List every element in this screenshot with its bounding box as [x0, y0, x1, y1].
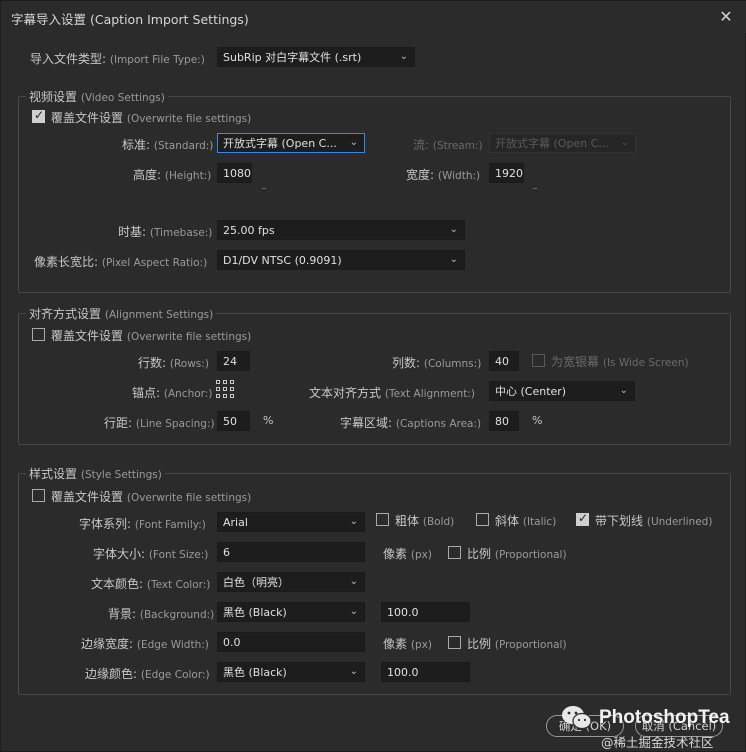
pixel-aspect-ratio-label: 像素长宽比: (Pixel Aspect Ratio:) [34, 255, 208, 269]
proportional-checkbox[interactable] [448, 546, 461, 559]
chevron-down-icon: ⌄ [449, 224, 458, 235]
edge-width-label: 边缘宽度: (Edge Width:) [81, 637, 209, 651]
captions-area-field[interactable]: 80 [489, 411, 519, 431]
title-bar: 字幕导入设置 (Caption Import Settings) ✕ [1, 1, 746, 33]
style-settings-title: 样式设置 (Style Settings) [26, 465, 165, 482]
width-field[interactable]: 1920 [489, 163, 524, 183]
columns-field[interactable]: 40 [489, 351, 519, 371]
wechat-logo-icon [562, 706, 592, 730]
chevron-down-icon: ⌄ [620, 137, 629, 148]
chevron-down-icon: ⌄ [399, 51, 408, 62]
line-spacing-unit: % [263, 414, 274, 427]
edge-proportional-label: 比例 (Proportional) [467, 637, 567, 651]
rows-label: 行数: (Rows:) [138, 356, 209, 370]
watermark-brand: PhotoshopTea [599, 707, 730, 728]
video-overwrite-label: 覆盖文件设置 (Overwrite file settings) [51, 111, 252, 125]
background-opacity-field[interactable]: 100.0 [381, 602, 470, 622]
bold-checkbox[interactable] [376, 513, 389, 526]
close-icon[interactable]: ✕ [715, 6, 737, 28]
window-title: 字幕导入设置 (Caption Import Settings) [11, 12, 249, 27]
font-family-label: 字体系列: (Font Family:) [79, 517, 206, 531]
chevron-down-icon: ⌄ [349, 516, 358, 527]
edge-width-unit-label: 像素 (px) [383, 637, 432, 651]
watermark-site: @稀土掘金技术社区 [601, 735, 714, 750]
text-color-label: 文本颜色: (Text Color:) [91, 577, 211, 591]
edge-opacity-field[interactable]: 100.0 [381, 662, 470, 682]
alignment-settings-title: 对齐方式设置 (Alignment Settings) [26, 305, 217, 322]
rows-field[interactable]: 24 [217, 351, 250, 371]
style-overwrite-label: 覆盖文件设置 (Overwrite file settings) [51, 490, 252, 504]
italic-checkbox[interactable] [476, 513, 489, 526]
height-divider [262, 188, 266, 189]
alignment-overwrite-label: 覆盖文件设置 (Overwrite file settings) [51, 329, 252, 343]
captions-area-unit: % [532, 414, 543, 427]
background-select[interactable]: 黑色 (Black) ⌄ [217, 602, 365, 622]
text-alignment-label: 文本对齐方式 (Text Alignment:) [309, 386, 475, 400]
bold-label: 粗体 (Bold) [395, 514, 455, 528]
text-alignment-select[interactable]: 中心 (Center) ⌄ [489, 381, 635, 401]
edge-proportional-checkbox[interactable] [448, 636, 461, 649]
font-size-unit-label: 像素 (px) [383, 547, 432, 561]
font-size-field[interactable]: 6 [217, 542, 365, 562]
edge-width-field[interactable]: 0.0 [217, 632, 365, 652]
anchor-label: 锚点: (Anchor:) [132, 386, 213, 400]
columns-label: 列数: (Columns:) [392, 356, 482, 370]
file-type-select[interactable]: SubRip 对白字幕文件 (.srt) ⌄ [217, 47, 415, 67]
timebase-label: 时基: (Timebase:) [118, 225, 213, 239]
file-type-label: 导入文件类型: (Import File Type:) [30, 52, 205, 66]
proportional-label: 比例 (Proportional) [467, 547, 567, 561]
text-color-select[interactable]: 白色（明亮） ⌄ [217, 572, 365, 592]
chevron-down-icon: ⌄ [449, 254, 458, 265]
video-overwrite-checkbox[interactable] [32, 108, 45, 123]
edge-color-select[interactable]: 黑色 (Black) ⌄ [217, 662, 365, 682]
chevron-down-icon: ⌄ [349, 576, 358, 587]
font-family-select[interactable]: Arial ⌄ [217, 512, 365, 532]
stream-label: 流: (Stream:) [413, 138, 483, 152]
italic-label: 斜体 (Italic) [495, 514, 557, 528]
anchor-grid-icon[interactable] [216, 380, 236, 400]
stream-select[interactable]: 开放式字幕 (Open C... ⌄ [489, 133, 636, 153]
standard-label: 标准: (Standard:) [122, 138, 214, 152]
line-spacing-label: 行距: (Line Spacing:) [104, 416, 215, 430]
widescreen-checkbox[interactable] [532, 354, 545, 367]
chevron-down-icon: ⌄ [619, 385, 628, 396]
alignment-overwrite-checkbox[interactable] [32, 328, 45, 341]
chevron-down-icon: ⌄ [349, 137, 358, 148]
widescreen-label: 为宽银幕 (Is Wide Screen) [551, 355, 689, 369]
background-label: 背景: (Background:) [108, 607, 215, 621]
width-divider [533, 188, 537, 189]
chevron-down-icon: ⌄ [349, 606, 358, 617]
captions-area-label: 字幕区域: (Captions Area:) [340, 416, 482, 430]
caption-import-dialog: 字幕导入设置 (Caption Import Settings) ✕ 导入文件类… [0, 0, 746, 752]
width-label: 宽度: (Width:) [406, 168, 481, 182]
style-overwrite-checkbox[interactable] [32, 489, 45, 502]
line-spacing-field[interactable]: 50 [217, 411, 250, 431]
font-size-label: 字体大小: (Font Size:) [93, 547, 209, 561]
height-label: 高度: (Height:) [133, 168, 212, 182]
edge-color-label: 边缘颜色: (Edge Color:) [85, 667, 210, 681]
timebase-select[interactable]: 25.00 fps ⌄ [217, 220, 465, 240]
pixel-aspect-ratio-select[interactable]: D1/DV NTSC (0.9091) ⌄ [217, 250, 465, 270]
video-settings-title: 视频设置 (Video Settings) [26, 88, 168, 105]
height-field[interactable]: 1080 [217, 163, 252, 183]
standard-select[interactable]: 开放式字幕 (Open C... ⌄ [217, 133, 365, 153]
chevron-down-icon: ⌄ [349, 666, 358, 677]
underline-checkbox[interactable] [576, 511, 589, 526]
underline-label: 带下划线 (Underlined) [595, 514, 713, 528]
